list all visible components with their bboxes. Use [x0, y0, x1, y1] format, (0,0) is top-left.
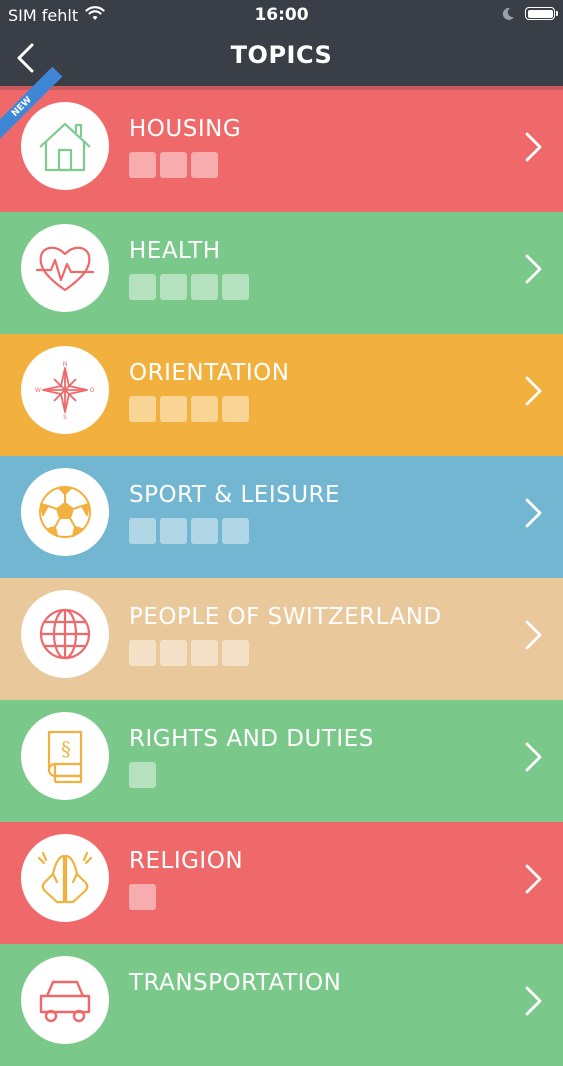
topic-label: SPORT & LEISURE [129, 482, 341, 508]
progress-box [129, 640, 156, 666]
progress-box [191, 640, 218, 666]
topic-row-orientation[interactable]: N S W O ORIENTATION [0, 334, 563, 456]
topic-label: RIGHTS AND DUTIES [129, 726, 374, 752]
progress-box [129, 274, 156, 300]
topic-row-religion[interactable]: RELIGION [0, 822, 563, 944]
topic-label: TRANSPORTATION [129, 970, 342, 996]
topic-icon-badge [21, 224, 109, 312]
topic-label: HOUSING [129, 116, 242, 142]
svg-text:S: S [63, 414, 67, 420]
topic-row-health[interactable]: HEALTH [0, 212, 563, 334]
chevron-right-icon [525, 620, 542, 650]
progress-indicator [129, 518, 249, 544]
progress-box [160, 274, 187, 300]
topic-label: RELIGION [129, 848, 244, 874]
topic-label: PEOPLE OF SWITZERLAND [129, 604, 442, 630]
vehicle-icon [39, 980, 91, 1023]
chevron-right-icon [525, 254, 542, 284]
progress-box [191, 396, 218, 422]
heart-pulse-icon [35, 246, 95, 292]
law-book-icon: § [47, 730, 83, 784]
topic-row-transportation[interactable]: TRANSPORTATION [0, 944, 563, 1066]
page-title: TOPICS [230, 41, 333, 69]
topic-row-sport-leisure[interactable]: SPORT & LEISURE [0, 456, 563, 578]
chevron-right-icon [525, 986, 542, 1016]
topic-label: HEALTH [129, 238, 221, 264]
topic-row-people-of-switzerland[interactable]: PEOPLE OF SWITZERLAND [0, 578, 563, 700]
topic-icon-badge [21, 468, 109, 556]
progress-box [191, 518, 218, 544]
topic-icon-badge: § [21, 712, 109, 800]
topic-icon-badge: N S W O [21, 346, 109, 434]
chevron-right-icon [525, 376, 542, 406]
progress-box [160, 396, 187, 422]
progress-indicator [129, 274, 249, 300]
chevron-right-icon [525, 132, 542, 162]
progress-box [129, 762, 156, 788]
svg-text:O: O [90, 387, 95, 394]
topic-icon-badge [21, 102, 109, 190]
compass-icon: N S W O [35, 361, 95, 420]
progress-box [222, 640, 249, 666]
praying-hands-icon [37, 851, 93, 904]
battery-icon [525, 7, 558, 20]
progress-box [191, 152, 218, 178]
progress-box [160, 518, 187, 544]
topic-label: ORIENTATION [129, 360, 290, 386]
topic-icon-badge [21, 834, 109, 922]
progress-box [222, 518, 249, 544]
progress-box [129, 396, 156, 422]
progress-indicator [129, 884, 156, 910]
chevron-right-icon [525, 864, 542, 894]
svg-text:W: W [35, 387, 41, 394]
progress-box [191, 274, 218, 300]
navigation-bar: TOPICS [0, 30, 563, 86]
moon-icon [501, 6, 515, 25]
progress-indicator [129, 152, 218, 178]
progress-box [129, 518, 156, 544]
chevron-right-icon [525, 742, 542, 772]
globe-icon [39, 608, 91, 660]
progress-indicator [129, 396, 249, 422]
svg-text:N: N [63, 361, 68, 368]
progress-indicator [129, 762, 156, 788]
svg-text:§: § [61, 737, 71, 761]
progress-indicator [129, 640, 249, 666]
progress-box [160, 152, 187, 178]
progress-box [222, 396, 249, 422]
topic-row-housing[interactable]: HOUSING [0, 90, 563, 212]
progress-box [129, 884, 156, 910]
soccer-ball-icon [39, 486, 91, 538]
topic-icon-badge [21, 590, 109, 678]
status-bar: SIM fehlt 16:00 [0, 0, 563, 30]
clock: 16:00 [254, 5, 309, 25]
progress-box [222, 274, 249, 300]
house-icon [39, 122, 91, 172]
topic-row-rights-and-duties[interactable]: § RIGHTS AND DUTIES [0, 700, 563, 822]
topic-icon-badge [21, 956, 109, 1044]
progress-box [129, 152, 156, 178]
chevron-right-icon [525, 498, 542, 528]
progress-box [160, 640, 187, 666]
